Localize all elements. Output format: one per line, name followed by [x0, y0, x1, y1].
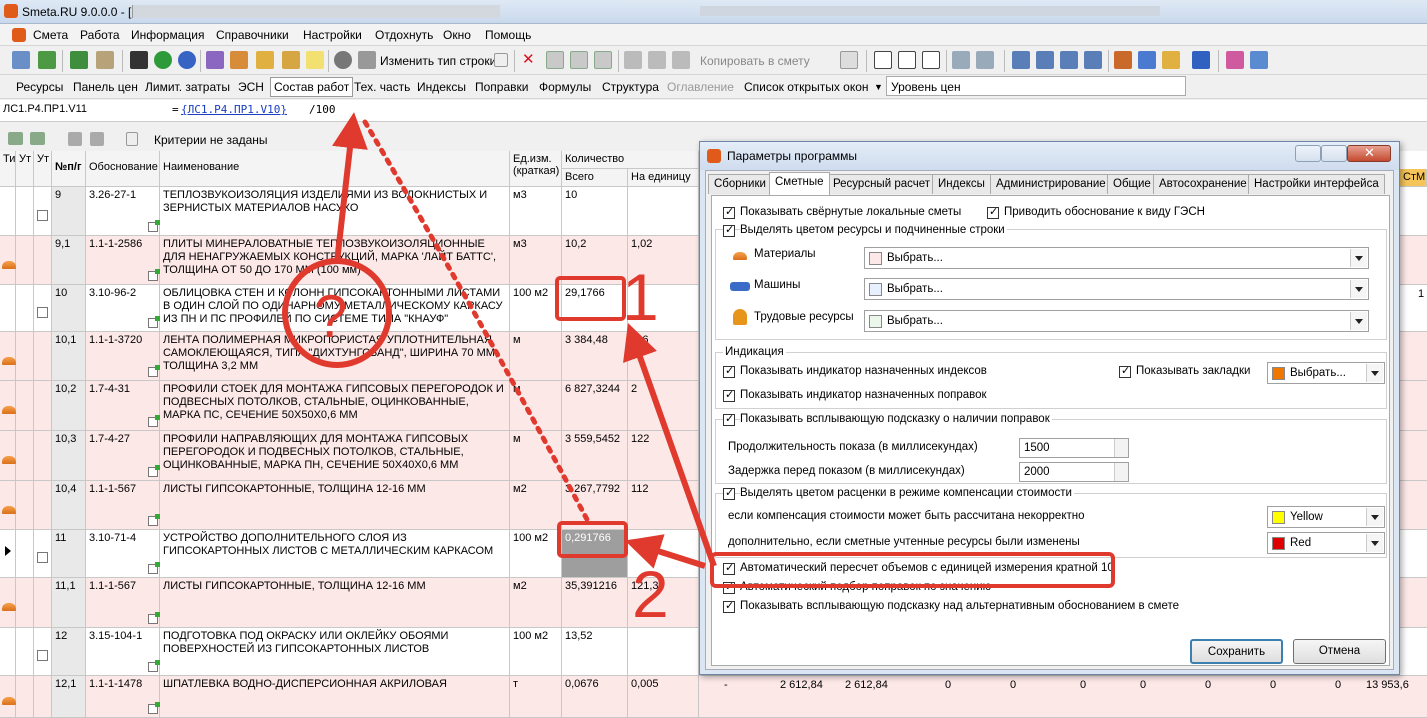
annotation-overlay: 1 2 ? [282, 112, 1115, 631]
highlight-box-1 [555, 276, 626, 321]
annotation-question: ? [314, 283, 347, 350]
tab-estimate[interactable]: Сметные [769, 172, 830, 195]
annotation-number-1: 1 [622, 260, 659, 334]
dotted-curve [362, 119, 593, 528]
arrow-up [332, 112, 368, 263]
highlight-box-2 [557, 521, 628, 558]
annotation-number-2: 2 [632, 557, 669, 631]
highlight-box-checkbox [710, 552, 1115, 588]
arrow-to-1 [623, 323, 717, 568]
